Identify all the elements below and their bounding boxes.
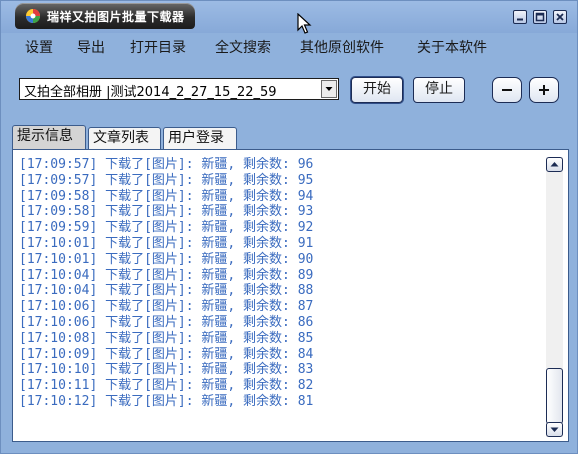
maximize-icon	[535, 12, 545, 22]
stop-button[interactable]: 停止	[413, 77, 465, 103]
menu-bar: 设置 导出 打开目录 全文搜索 其他原创软件 关于本软件	[1, 33, 577, 59]
scroll-up-button[interactable]	[546, 157, 563, 172]
log-scrollbar[interactable]	[546, 157, 563, 437]
log-panel: [17:09:57] 下载了[图片]: 新疆, 剩余数: 96 [17:09:5…	[12, 149, 569, 442]
close-icon	[556, 13, 564, 21]
start-button[interactable]: 开始	[351, 77, 403, 103]
plus-button[interactable]	[529, 77, 559, 103]
minus-icon	[502, 89, 512, 91]
tab-user-login[interactable]: 用户登录	[163, 127, 237, 149]
scroll-down-button[interactable]	[546, 422, 563, 437]
log-text-area[interactable]: [17:09:57] 下载了[图片]: 新疆, 剩余数: 96 [17:09:5…	[19, 157, 543, 427]
log-line: [17:10:04] 下载了[图片]: 新疆, 剩余数: 89	[19, 267, 314, 283]
app-icon	[26, 9, 40, 23]
close-button[interactable]	[553, 10, 567, 24]
album-select-value: 又拍全部相册 |测试2014_2_27_15_22_59	[24, 85, 277, 100]
menu-settings[interactable]: 设置	[25, 37, 53, 57]
log-line: [17:10:09] 下载了[图片]: 新疆, 剩余数: 84	[19, 346, 314, 362]
log-line: [17:10:01] 下载了[图片]: 新疆, 剩余数: 91	[19, 235, 314, 251]
log-line: [17:09:59] 下载了[图片]: 新疆, 剩余数: 92	[19, 220, 314, 236]
menu-fulltext-search[interactable]: 全文搜索	[215, 37, 271, 57]
minimize-button[interactable]	[513, 10, 527, 24]
log-line: [17:10:11] 下载了[图片]: 新疆, 剩余数: 82	[19, 378, 314, 394]
album-select-dropdown-button[interactable]	[321, 80, 337, 98]
log-line: [17:10:08] 下载了[图片]: 新疆, 剩余数: 85	[19, 330, 314, 346]
chevron-up-icon	[550, 162, 559, 167]
menu-about[interactable]: 关于本软件	[417, 37, 487, 57]
album-select[interactable]: 又拍全部相册 |测试2014_2_27_15_22_59	[19, 78, 339, 100]
window-title: 瑞祥又拍图片批量下载器	[47, 10, 185, 24]
menu-export[interactable]: 导出	[77, 37, 105, 57]
chevron-down-icon	[550, 427, 559, 432]
log-line: [17:10:12] 下载了[图片]: 新疆, 剩余数: 81	[19, 393, 314, 409]
log-line: [17:09:57] 下载了[图片]: 新疆, 剩余数: 95	[19, 172, 314, 188]
log-line: [17:10:10] 下载了[图片]: 新疆, 剩余数: 83	[19, 362, 314, 378]
maximize-button[interactable]	[533, 10, 547, 24]
log-line: [17:09:58] 下载了[图片]: 新疆, 剩余数: 94	[19, 188, 314, 204]
log-line: [17:10:06] 下载了[图片]: 新疆, 剩余数: 86	[19, 314, 314, 330]
plus-icon	[539, 85, 549, 95]
log-line: [17:10:04] 下载了[图片]: 新疆, 剩余数: 88	[19, 283, 314, 299]
title-tab: 瑞祥又拍图片批量下载器	[15, 3, 195, 29]
log-line: [17:09:58] 下载了[图片]: 新疆, 剩余数: 93	[19, 204, 314, 220]
minus-button[interactable]	[492, 77, 522, 103]
chevron-down-icon	[325, 87, 333, 91]
menu-other-software[interactable]: 其他原创软件	[300, 37, 384, 57]
title-bar[interactable]: 瑞祥又拍图片批量下载器	[1, 1, 577, 34]
tab-tips[interactable]: 提示信息	[12, 125, 86, 150]
log-line: [17:09:57] 下载了[图片]: 新疆, 剩余数: 96	[19, 157, 314, 172]
mouse-cursor-icon	[297, 13, 312, 34]
menu-open-directory[interactable]: 打开目录	[130, 37, 186, 57]
log-line: [17:10:06] 下载了[图片]: 新疆, 剩余数: 87	[19, 299, 314, 315]
tab-article-list[interactable]: 文章列表	[88, 127, 161, 149]
scroll-thumb[interactable]	[546, 368, 563, 424]
app-window: 瑞祥又拍图片批量下载器 设置 导出 打开目录 全文搜索 其他原创软件 关于本软件…	[0, 0, 578, 454]
log-line: [17:10:01] 下载了[图片]: 新疆, 剩余数: 90	[19, 251, 314, 267]
minimize-icon	[517, 18, 523, 21]
